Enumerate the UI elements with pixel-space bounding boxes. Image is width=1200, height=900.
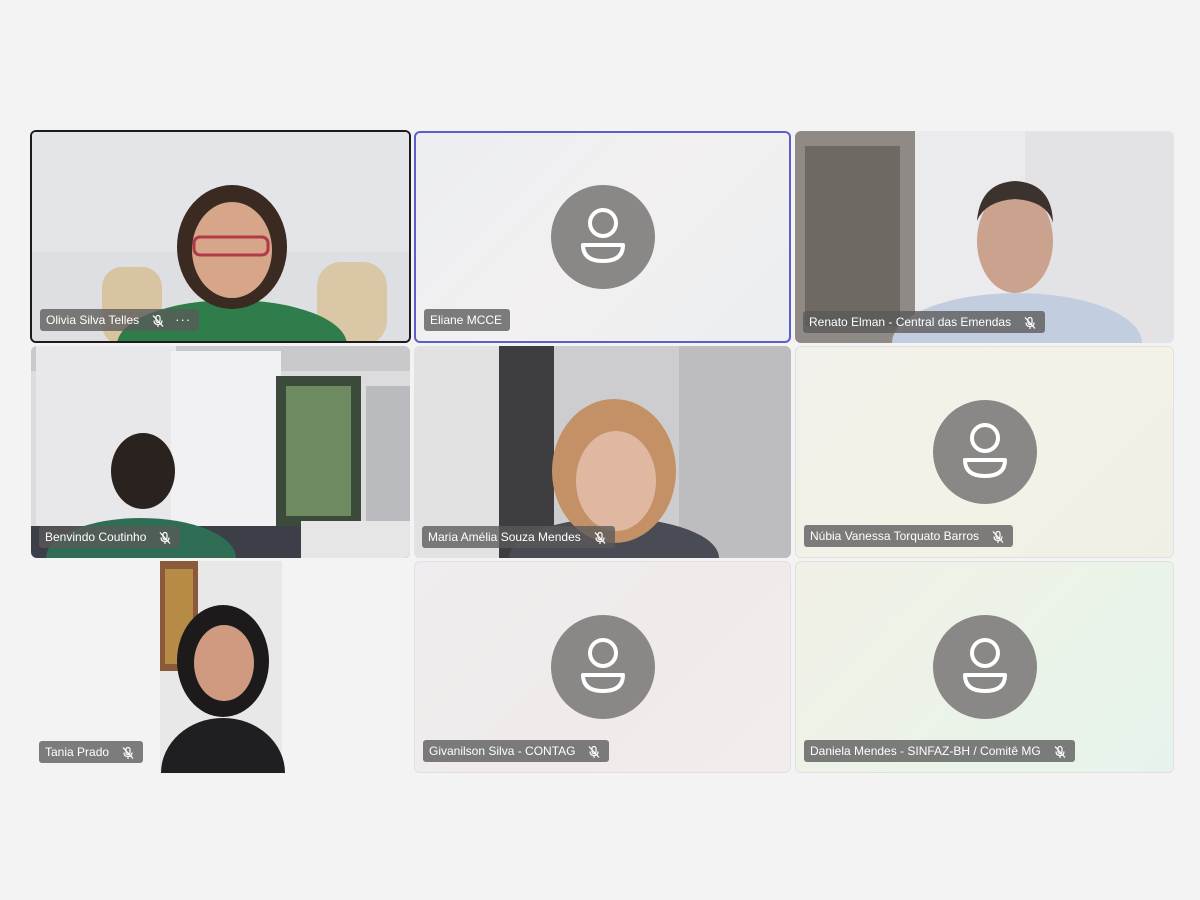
participant-tile-olivia[interactable]: Olivia Silva Telles ···: [30, 130, 411, 343]
participant-tile-tania[interactable]: Tania Prado: [31, 561, 410, 773]
mic-off-icon: [587, 744, 601, 758]
participant-tile-maria[interactable]: Maria Amélia Souza Mendes: [414, 346, 791, 558]
person-icon: [550, 615, 655, 719]
mic-off-icon: [1053, 744, 1067, 758]
name-tag: Givanilson Silva - CONTAG: [423, 740, 610, 762]
participant-name: Tania Prado: [45, 745, 110, 759]
name-tag: Núbia Vanessa Torquato Barros: [804, 525, 1013, 547]
participant-name: Olivia Silva Telles: [46, 313, 140, 327]
participant-tile-benvindo[interactable]: Benvindo Coutinho: [31, 346, 410, 558]
mic-off-icon: [121, 745, 135, 759]
participant-name: Renato Elman - Central das Emendas: [809, 315, 1012, 329]
name-tag: Renato Elman - Central das Emendas: [803, 311, 1046, 333]
participant-tile-daniela[interactable]: Daniela Mendes - SINFAZ-BH / Comitê MG: [795, 561, 1174, 773]
mic-off-icon: [151, 313, 165, 327]
participant-name: Daniela Mendes - SINFAZ-BH / Comitê MG: [810, 744, 1041, 758]
participant-name: Núbia Vanessa Torquato Barros: [810, 529, 979, 543]
person-icon: [932, 400, 1037, 504]
participant-name: Eliane MCCE: [430, 313, 503, 327]
participant-name: Maria Amélia Souza Mendes: [428, 530, 581, 544]
participant-tile-givanilson[interactable]: Givanilson Silva - CONTAG: [414, 561, 791, 773]
name-tag: Eliane MCCE: [424, 309, 511, 331]
name-tag: Tania Prado: [39, 741, 144, 763]
mic-off-icon: [1023, 315, 1037, 329]
participant-name: Benvindo Coutinho: [45, 530, 147, 544]
person-icon: [550, 185, 655, 289]
name-tag: Maria Amélia Souza Mendes: [422, 526, 615, 548]
name-tag: Daniela Mendes - SINFAZ-BH / Comitê MG: [804, 740, 1075, 762]
mic-off-icon: [991, 529, 1005, 543]
mic-off-icon: [593, 530, 607, 544]
participant-tile-nubia[interactable]: Núbia Vanessa Torquato Barros: [795, 346, 1174, 558]
participant-tile-eliane[interactable]: Eliane MCCE: [414, 131, 791, 343]
meeting-stage: Olivia Silva Telles ··· Eliane MCCE Rena…: [0, 0, 1200, 900]
participant-tile-renato[interactable]: Renato Elman - Central das Emendas: [795, 131, 1174, 343]
name-tag: Benvindo Coutinho: [39, 526, 181, 548]
name-tag: Olivia Silva Telles ···: [40, 309, 200, 331]
person-icon: [932, 615, 1037, 719]
participant-name: Givanilson Silva - CONTAG: [429, 744, 576, 758]
mic-off-icon: [158, 530, 172, 544]
more-icon[interactable]: ···: [175, 309, 191, 331]
